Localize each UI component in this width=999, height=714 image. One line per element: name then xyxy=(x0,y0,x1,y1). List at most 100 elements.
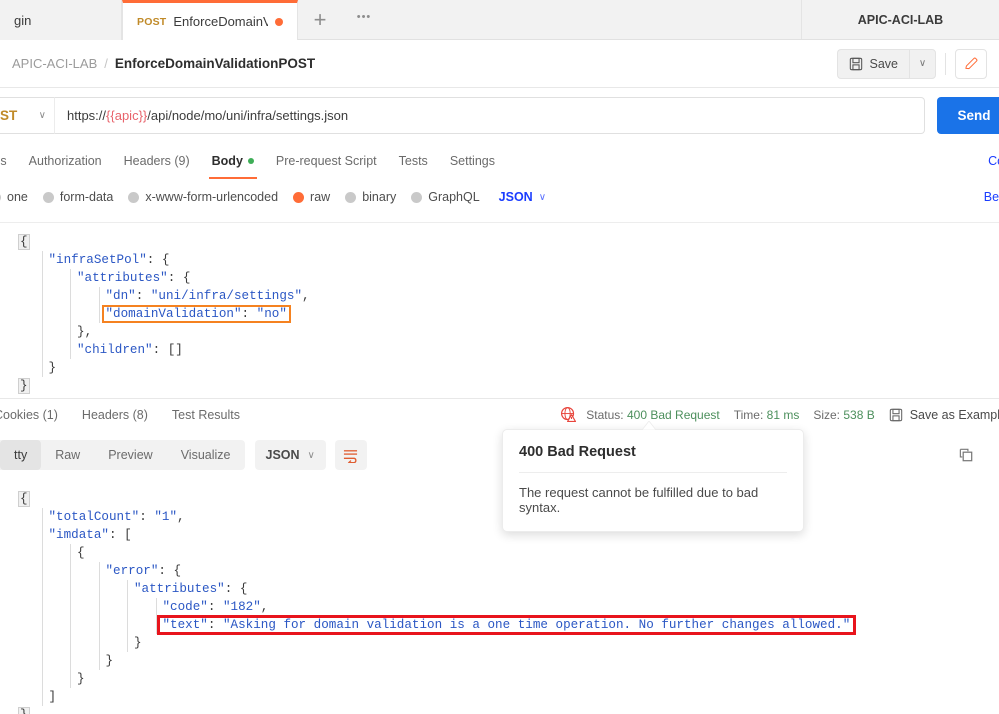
highlighted-code-token: "domainValidation": "no" xyxy=(101,305,291,323)
send-button[interactable]: Send xyxy=(937,97,999,134)
tab-settings[interactable]: Settings xyxy=(439,146,506,175)
tab-headers-label: Headers (9) xyxy=(123,153,190,168)
request-tab-method: POST xyxy=(137,15,167,28)
tab-authorization[interactable]: Authorization xyxy=(18,146,113,175)
edit-request-button[interactable] xyxy=(955,48,987,79)
save-options-caret[interactable]: ∨ xyxy=(909,48,936,79)
save-as-example-label: Save as Example xyxy=(909,407,999,422)
tab-options-button[interactable]: ••• xyxy=(342,0,386,39)
code-token: "imdata": [ xyxy=(48,528,132,542)
tab-authorization-label: Authorization xyxy=(28,153,102,168)
response-header-bar: Cookies (1) Headers (8) Test Results Sta… xyxy=(0,398,999,430)
size-label: Size: xyxy=(813,407,841,422)
code-line: "text": "Asking for domain validation is… xyxy=(0,615,999,635)
response-view-preview[interactable]: Preview xyxy=(94,440,166,470)
floppy-disk-icon xyxy=(849,57,862,70)
code-line: "error": { xyxy=(0,562,999,580)
tab-params[interactable]: ms xyxy=(0,146,18,175)
code-line: } xyxy=(0,634,999,652)
code-line: "infraSetPol": { xyxy=(0,251,999,269)
time-label: Time: xyxy=(733,407,764,422)
tab-body-label: Body xyxy=(211,153,243,168)
radio-icon-form-data xyxy=(42,191,54,203)
url-text: https://{{apic}}/api/node/mo/uni/infra/s… xyxy=(67,108,348,123)
tooltip-divider xyxy=(519,472,787,473)
tab-pre-request-script[interactable]: Pre-request Script xyxy=(265,146,388,175)
response-body-viewer[interactable]: {"totalCount": "1", "imdata": [{"error": … xyxy=(0,484,999,714)
word-wrap-button[interactable] xyxy=(334,440,367,470)
new-tab-button[interactable]: + xyxy=(298,0,342,39)
http-method-selector[interactable]: ST ∨ xyxy=(0,97,54,134)
save-as-example-button[interactable]: Save as Example xyxy=(889,408,999,422)
pencil-icon xyxy=(964,57,977,70)
response-view-pretty[interactable]: tty xyxy=(0,440,42,470)
workspace-name[interactable]: APIC-ACI-LAB xyxy=(802,0,999,39)
code-line: "imdata": [ xyxy=(0,526,999,544)
highlighted-code-token: "text": "Asking for domain validation is… xyxy=(156,615,857,635)
response-tab-headers[interactable]: Headers (8) xyxy=(70,408,160,422)
response-tab-cookies[interactable]: Cookies (1) xyxy=(0,408,70,422)
tab-settings-label: Settings xyxy=(449,153,495,168)
tooltip-arrow-icon xyxy=(642,421,656,430)
code-token: { xyxy=(18,234,30,250)
tooltip-title: 400 Bad Request xyxy=(519,444,636,460)
breadcrumb-separator: / xyxy=(104,56,108,71)
body-type-form-data[interactable]: form-data xyxy=(42,190,113,204)
time-value: 81 ms xyxy=(766,407,800,422)
response-format-selector[interactable]: JSON ∨ xyxy=(254,440,326,470)
status-badge[interactable]: Status: 400 Bad Request xyxy=(586,408,719,422)
url-prefix: https:// xyxy=(67,108,107,123)
body-present-dot-icon xyxy=(247,157,254,164)
url-input[interactable]: https://{{apic}}/api/node/mo/uni/infra/s… xyxy=(54,97,925,134)
response-size: Size: 538 B xyxy=(813,408,874,422)
response-view-raw[interactable]: Raw xyxy=(41,440,94,470)
breadcrumb-collection[interactable]: APIC-ACI-LAB xyxy=(12,56,97,71)
request-tab-inactive[interactable]: gin xyxy=(0,0,122,40)
tab-headers[interactable]: Headers (9) xyxy=(113,146,201,175)
tab-tests[interactable]: Tests xyxy=(388,146,439,175)
request-tab-active[interactable]: POST EnforceDomainValidat xyxy=(122,0,298,40)
tab-body[interactable]: Body xyxy=(201,146,265,179)
save-button-label: Save xyxy=(869,56,899,71)
size-value: 538 B xyxy=(843,407,875,422)
body-type-graphql[interactable]: GraphQL xyxy=(411,190,480,204)
radio-icon-none xyxy=(0,191,1,203)
body-format-label: JSON xyxy=(498,190,533,204)
body-type-raw[interactable]: raw xyxy=(293,190,330,204)
body-format-selector[interactable]: JSON ∨ xyxy=(499,190,546,204)
request-tab-strip: gin POST EnforceDomainValidat + ••• APIC… xyxy=(0,0,999,40)
code-line: "dn": "uni/infra/settings", xyxy=(0,287,999,305)
code-token: { xyxy=(18,491,30,507)
request-tab-inactive-label: gin xyxy=(14,12,32,28)
code-line: { xyxy=(0,490,999,508)
response-tab-test-results[interactable]: Test Results xyxy=(160,408,252,422)
code-line: "attributes": { xyxy=(0,580,999,598)
body-type-none-label: one xyxy=(7,190,28,204)
code-line: { xyxy=(0,544,999,562)
code-token: } xyxy=(18,707,30,714)
beautify-link[interactable]: Beau xyxy=(984,190,999,204)
cookies-link[interactable]: Coo xyxy=(988,154,999,168)
chevron-down-icon: ∨ xyxy=(38,110,46,121)
response-view-visualize[interactable]: Visualize xyxy=(167,440,245,470)
tab-tests-label: Tests xyxy=(398,153,428,168)
response-view-toolbar: tty Raw Preview Visualize JSON ∨ xyxy=(0,436,999,474)
code-line: }, xyxy=(0,323,999,341)
body-type-none[interactable]: one xyxy=(0,190,28,204)
body-type-binary-label: binary xyxy=(362,190,397,204)
body-type-binary[interactable]: binary xyxy=(345,190,396,204)
copy-response-button[interactable] xyxy=(951,441,981,469)
chevron-down-icon: ∨ xyxy=(307,449,315,461)
request-body-editor[interactable]: {"infraSetPol": {"attributes": {"dn": "u… xyxy=(0,222,999,394)
code-token: "dn": "uni/infra/settings", xyxy=(105,289,310,303)
code-token: ] xyxy=(48,690,57,704)
code-line: } xyxy=(0,652,999,670)
body-type-urlencoded[interactable]: x-www-form-urlencoded xyxy=(128,190,278,204)
word-wrap-icon xyxy=(344,449,358,463)
code-token: } xyxy=(48,361,57,375)
request-section-tabs: ms Authorization Headers (9) Body Pre-re… xyxy=(0,146,999,179)
body-type-raw-label: raw xyxy=(310,190,331,204)
response-meta-group: Status: 400 Bad Request Time: 81 ms Size… xyxy=(560,406,999,423)
code-line: "children": [] xyxy=(0,341,999,359)
save-button[interactable]: Save xyxy=(836,48,909,79)
